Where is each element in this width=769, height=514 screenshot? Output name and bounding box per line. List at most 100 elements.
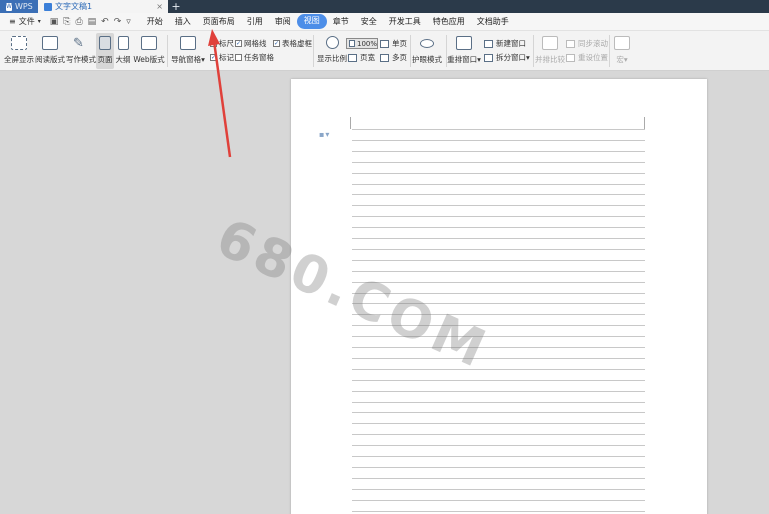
tab-security[interactable]: 安全 xyxy=(355,14,383,29)
fullscreen-button[interactable]: 全屏显示 xyxy=(4,31,34,65)
redo-icon[interactable]: ↷ xyxy=(114,17,122,27)
tab-home[interactable]: 开始 xyxy=(141,14,169,29)
reset-position-button[interactable]: 重设位置 xyxy=(566,52,608,63)
web-layout-label: Web版式 xyxy=(133,55,165,64)
web-layout-button[interactable]: Web版式 xyxy=(133,31,165,65)
task-pane-checkbox[interactable]: 任务窗格 xyxy=(235,52,274,63)
outline-icon xyxy=(117,36,129,50)
print-icon[interactable]: ⎙ xyxy=(75,17,82,27)
gridline xyxy=(352,227,645,229)
ruler-checkbox[interactable]: 标尺 xyxy=(210,38,234,49)
document-page[interactable] xyxy=(291,79,707,514)
tab-references[interactable]: 引用 xyxy=(241,14,269,29)
gridline xyxy=(352,248,645,250)
gridline xyxy=(352,357,645,359)
gridline xyxy=(352,194,645,196)
eye-icon xyxy=(420,39,434,48)
markers-checkbox[interactable]: ✓ 标记 xyxy=(210,52,234,63)
gridline xyxy=(352,466,645,468)
print-preview-icon[interactable]: ▤ xyxy=(88,17,97,27)
ruler-label: 标尺 xyxy=(219,39,234,48)
side-by-side-label: 并排比较 xyxy=(535,55,565,64)
multi-page-label: 多页 xyxy=(392,53,407,62)
sync-scroll-label: 同步滚动 xyxy=(578,39,608,48)
arrange-windows-label: 重排窗口▾ xyxy=(447,55,481,64)
task-pane-check-box[interactable] xyxy=(235,54,242,61)
multi-page-button[interactable]: 多页 xyxy=(380,52,407,63)
tab-insert[interactable]: 插入 xyxy=(169,14,197,29)
tab-page-layout[interactable]: 页面布局 xyxy=(197,14,241,29)
gridline xyxy=(352,129,645,130)
gridline xyxy=(352,292,645,294)
tab-view[interactable]: 视图 xyxy=(296,14,327,29)
navigation-pane-label: 导航窗格▾ xyxy=(171,55,205,64)
arrange-windows-button[interactable]: 重排窗口▾ xyxy=(447,31,481,65)
file-menu-button[interactable]: ≡ 文件 ▾ xyxy=(6,15,44,28)
tab-special-apps[interactable]: 特色应用 xyxy=(427,14,471,29)
app-tab-label: WPS xyxy=(14,2,33,11)
eye-protection-label: 护眼模式 xyxy=(412,55,442,64)
gridline xyxy=(352,139,645,141)
gridlines-label: 网格线 xyxy=(244,39,267,48)
outline-view-button[interactable]: 大纲 xyxy=(115,31,131,65)
page-view-button[interactable]: 页面 xyxy=(96,33,114,69)
gridline xyxy=(352,445,645,447)
new-tab-button[interactable]: + xyxy=(168,0,184,13)
table-borders-check-box[interactable]: ✓ xyxy=(273,40,280,47)
tab-developer[interactable]: 开发工具 xyxy=(383,14,427,29)
zoom-value-box[interactable]: 100% xyxy=(346,38,378,49)
fullscreen-label: 全屏显示 xyxy=(4,55,34,64)
gridline xyxy=(352,510,645,512)
navigation-pane-button[interactable]: 导航窗格▾ xyxy=(170,31,206,65)
gridline xyxy=(352,347,645,348)
gridline xyxy=(352,412,645,414)
tab-doc-assistant[interactable]: 文档助手 xyxy=(471,14,515,29)
new-window-button[interactable]: 新建窗口 xyxy=(484,38,526,49)
reset-position-label: 重设位置 xyxy=(578,53,608,62)
tab-review[interactable]: 审阅 xyxy=(269,14,297,29)
gridlines-check-box[interactable]: ✓ xyxy=(235,40,242,47)
side-by-side-button[interactable]: 并排比较 xyxy=(535,31,565,65)
save-icon[interactable]: ▣ xyxy=(50,17,59,27)
ribbon-divider xyxy=(533,35,534,67)
gridlines-checkbox[interactable]: ✓ 网格线 xyxy=(235,38,267,49)
gridline xyxy=(352,161,645,163)
gridline xyxy=(352,183,645,185)
undo-icon[interactable]: ↶ xyxy=(101,17,109,27)
table-borders-checkbox[interactable]: ✓ 表格虚框 xyxy=(273,38,312,49)
ruler-check-box[interactable] xyxy=(210,40,217,47)
tab-chapter[interactable]: 章节 xyxy=(327,14,355,29)
gridline xyxy=(352,456,645,457)
writing-mode-button[interactable]: ✎ 写作模式 xyxy=(66,31,96,65)
book-icon xyxy=(42,36,58,50)
page-width-label: 页宽 xyxy=(360,53,375,62)
sync-scroll-icon xyxy=(566,39,575,48)
single-page-button[interactable]: 单页 xyxy=(380,38,407,49)
export-pdf-icon[interactable]: ⎘ xyxy=(63,17,70,27)
document-tab[interactable]: 文字文稿1 × xyxy=(38,0,168,13)
markers-label: 标记 xyxy=(219,53,234,62)
ribbon-tabs: 开始 插入 页面布局 引用 审阅 视图 章节 安全 开发工具 特色应用 文档助手 xyxy=(141,14,515,29)
ribbon-divider xyxy=(410,35,411,67)
wps-app-tab[interactable]: W WPS xyxy=(0,0,38,13)
split-window-button[interactable]: 拆分窗口▾ xyxy=(484,52,530,63)
reset-position-icon xyxy=(566,53,575,62)
eye-protection-button[interactable]: 护眼模式 xyxy=(412,31,442,65)
sync-scroll-button[interactable]: 同步滚动 xyxy=(566,38,608,49)
new-window-label: 新建窗口 xyxy=(496,39,526,48)
reading-mode-button[interactable]: 阅读版式 xyxy=(35,31,65,65)
chevron-down-icon: ▾ xyxy=(325,130,330,139)
page-width-button[interactable]: 页宽 xyxy=(348,52,375,63)
markers-check-box[interactable]: ✓ xyxy=(210,54,217,61)
macro-label: 宏▾ xyxy=(616,55,628,64)
multi-page-icon xyxy=(380,53,389,62)
macro-button[interactable]: 宏▾ xyxy=(612,31,632,65)
close-tab-icon[interactable]: × xyxy=(156,2,163,11)
gridline xyxy=(352,477,645,479)
gridline xyxy=(352,281,645,283)
zoom-button[interactable]: 显示比例 xyxy=(317,31,347,64)
paragraph-layout-icon[interactable]: ▪ ▾ xyxy=(319,130,329,139)
ribbon-divider xyxy=(313,35,314,67)
customize-icon[interactable]: ▿ xyxy=(126,17,131,27)
split-window-label: 拆分窗口▾ xyxy=(496,53,530,62)
